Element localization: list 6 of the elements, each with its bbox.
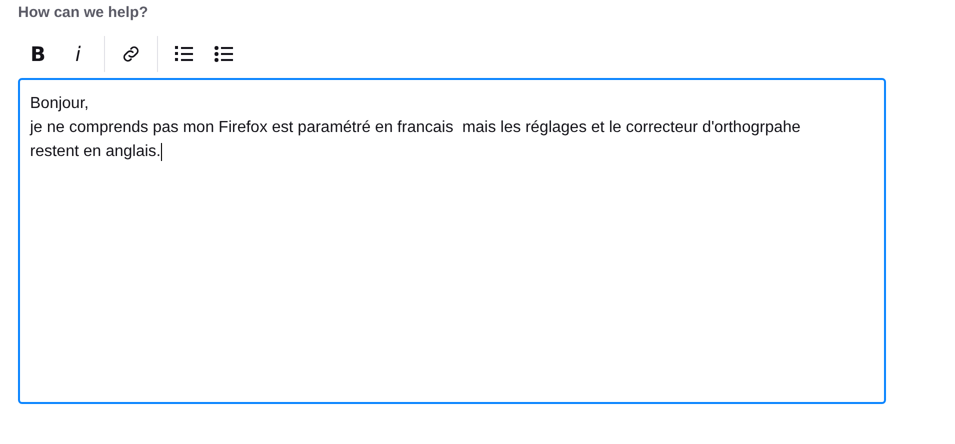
field-label: How can we help? bbox=[18, 4, 150, 23]
bold-button[interactable]: B bbox=[18, 36, 58, 72]
numbered-list-icon bbox=[174, 45, 194, 63]
italic-button[interactable]: i bbox=[58, 36, 98, 72]
message-field[interactable]: Bonjour, je ne comprends pas mon Firefox est paramétré en francais mais les réglages et le correcteur d'orthogrpahe restent en anglais. bbox=[18, 78, 886, 404]
bullet-list-icon bbox=[214, 45, 234, 63]
